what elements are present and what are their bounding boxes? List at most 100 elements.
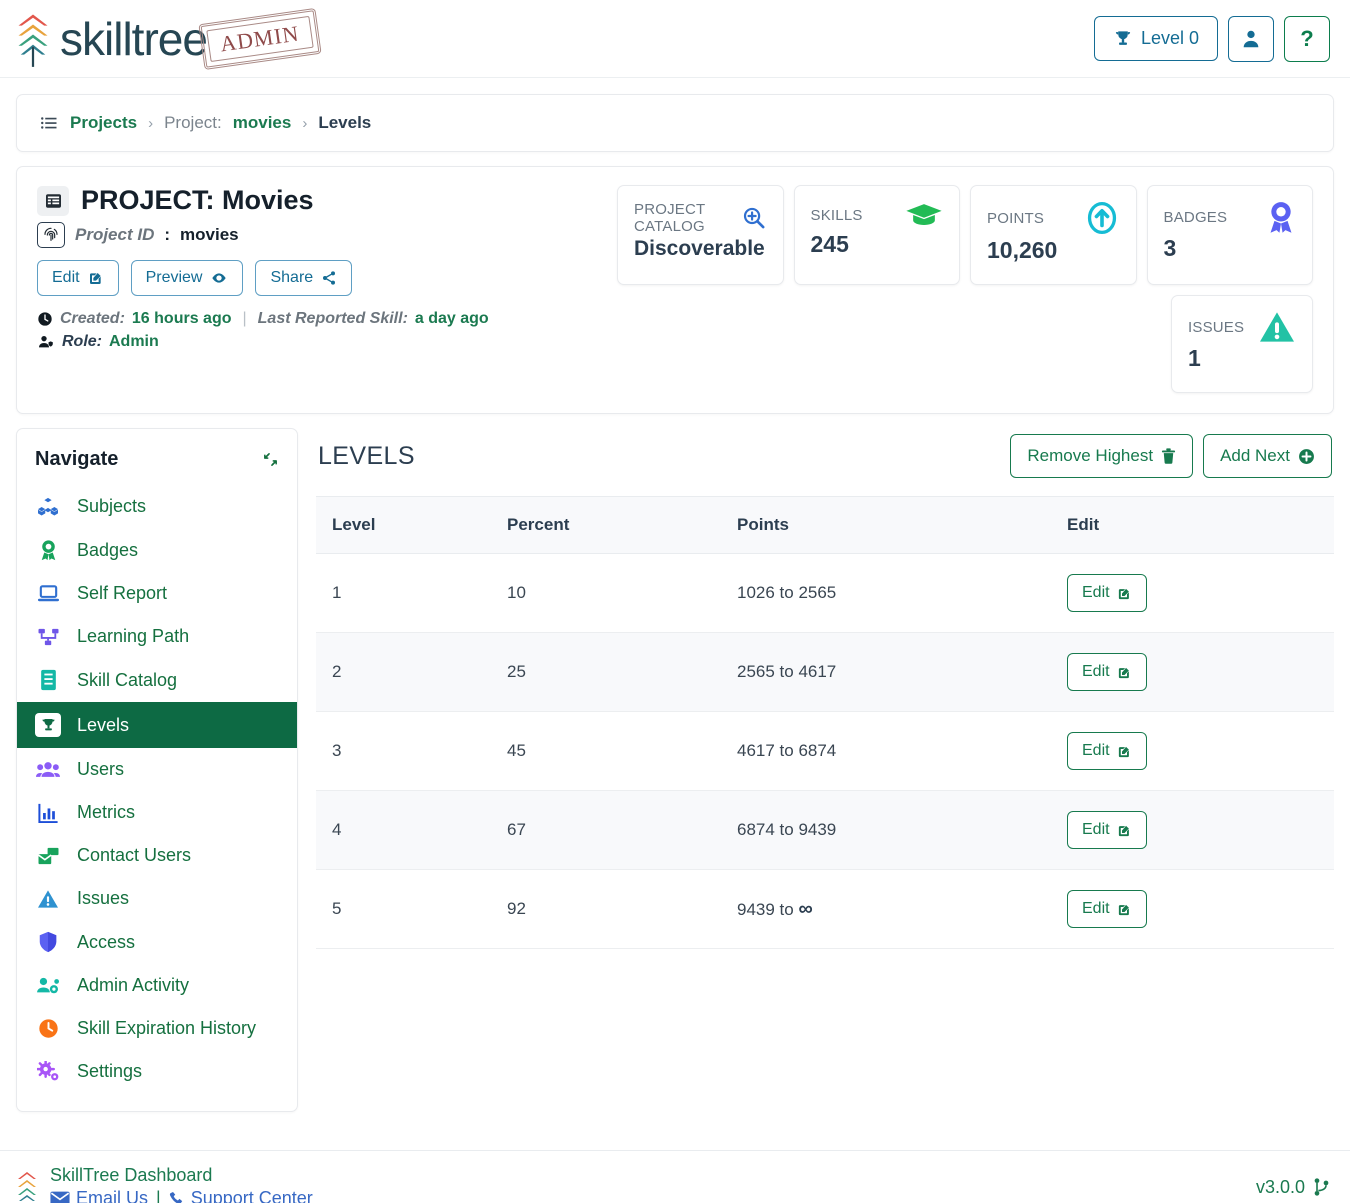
column-header-percent[interactable]: Percent [491, 496, 721, 554]
level-button[interactable]: Level 0 [1093, 16, 1218, 61]
sidebar-item-settings[interactable]: Settings [17, 1050, 297, 1093]
chart-bar-icon [35, 803, 61, 823]
sidebar-item-metrics[interactable]: Metrics [17, 791, 297, 834]
users-icon [35, 760, 61, 779]
breadcrumb-project-link[interactable]: movies [233, 113, 292, 133]
project-diagram-icon [35, 627, 61, 647]
project-title-row: PROJECT: Movies [37, 185, 597, 216]
stats-row-primary: PROJECT CATALOG Discoverable SKILLS 245 … [617, 185, 1313, 285]
levels-title: LEVELS [318, 441, 415, 470]
sidebar-item-levels[interactable]: Levels [17, 702, 297, 748]
help-button[interactable]: ? [1284, 15, 1330, 62]
last-reported-value: a day ago [414, 310, 489, 327]
sidebar-item-skill-catalog[interactable]: Skill Catalog [17, 658, 297, 702]
sidebar-item-self-report[interactable]: Self Report [17, 572, 297, 615]
navigate-panel: Navigate Subjects Badges Self Report Lea… [16, 428, 298, 1112]
user-icon [1243, 30, 1259, 47]
support-center-link[interactable]: Support Center [169, 1188, 313, 1203]
cell-points: 1026 to 2565 [721, 553, 1051, 633]
sidebar-item-label: Metrics [77, 802, 135, 822]
sidebar-item-issues[interactable]: Issues [17, 877, 297, 920]
eye-icon [212, 273, 227, 283]
envelope-icon [50, 1191, 70, 1203]
sidebar-item-contact-users[interactable]: Contact Users [17, 834, 297, 877]
help-button-label: ? [1300, 25, 1314, 51]
edit-project-label: Edit [52, 269, 80, 286]
sidebar-item-label: Settings [77, 1061, 143, 1081]
sidebar-item-access[interactable]: Access [17, 920, 297, 964]
stat-value-badges: 3 [1163, 235, 1177, 261]
breadcrumb-projects-link[interactable]: Projects [70, 113, 137, 133]
table-row: 3 45 4617 to 6874 Edit [316, 711, 1334, 791]
edit-level-button[interactable]: Edit [1067, 811, 1147, 849]
warning-triangle-icon [35, 889, 61, 909]
cell-points-text: 4617 to 6874 [737, 741, 837, 760]
search-plus-icon [744, 207, 765, 229]
share-icon [323, 271, 336, 285]
sidebar-item-subjects[interactable]: Subjects [17, 485, 297, 528]
remove-highest-label: Remove Highest [1027, 446, 1154, 465]
table-row: 5 92 9439 to ∞ Edit [316, 869, 1334, 949]
table-row: 2 25 2565 to 4617 Edit [316, 632, 1334, 712]
sidebar-item-skill-expiration-history[interactable]: Skill Expiration History [17, 1007, 297, 1050]
top-bar-actions: Level 0 ? [1093, 15, 1330, 62]
brand-logo-area[interactable]: skilltree ADMIN [10, 7, 322, 70]
edit-level-button[interactable]: Edit [1067, 732, 1147, 770]
footer-title: SkillTree Dashboard [50, 1165, 213, 1185]
graduation-cap-icon [906, 204, 942, 226]
preview-project-button[interactable]: Preview [130, 260, 244, 296]
meta-divider: | [242, 310, 247, 327]
sidebar-item-admin-activity[interactable]: Admin Activity [17, 964, 297, 1007]
table-row: 4 67 6874 to 9439 Edit [316, 790, 1334, 870]
sidebar-item-users[interactable]: Users [17, 748, 297, 791]
user-shield-icon [39, 336, 53, 348]
add-next-button[interactable]: Add Next [1203, 434, 1332, 478]
project-summary-card: PROJECT: Movies Project ID : movies Edit… [16, 166, 1334, 414]
share-project-label: Share [270, 269, 314, 286]
project-stats: PROJECT CATALOG Discoverable SKILLS 245 … [617, 185, 1313, 393]
skilltree-logo-icon [18, 1172, 36, 1201]
table-row: 1 10 1026 to 2565 Edit [316, 553, 1334, 633]
award-icon [1270, 202, 1292, 233]
cell-level: 3 [316, 711, 491, 791]
column-header-edit: Edit [1051, 496, 1334, 554]
project-meta-created: Created: 16 hours ago | Last Reported Sk… [37, 310, 597, 328]
sidebar-item-learning-path[interactable]: Learning Path [17, 615, 297, 658]
users-cog-icon [35, 976, 61, 996]
stat-card-points[interactable]: POINTS 10,260 [970, 185, 1137, 285]
remove-highest-button[interactable]: Remove Highest [1010, 434, 1194, 478]
cubes-icon [35, 497, 61, 517]
edit-level-button[interactable]: Edit [1067, 574, 1147, 612]
sidebar-item-badges[interactable]: Badges [17, 528, 297, 572]
trophy-icon [1115, 31, 1131, 45]
project-id-label: Project ID [75, 225, 155, 244]
edit-project-button[interactable]: Edit [37, 260, 119, 296]
plus-circle-icon [1299, 448, 1314, 464]
infinity-icon: ∞ [798, 897, 813, 920]
stat-card-issues[interactable]: ISSUES 1 [1171, 295, 1313, 393]
stat-value-issues: 1 [1188, 345, 1201, 371]
cell-percent: 45 [491, 711, 721, 791]
cell-percent: 10 [491, 553, 721, 633]
share-project-button[interactable]: Share [255, 260, 353, 296]
email-us-link[interactable]: Email Us [50, 1188, 148, 1203]
stat-label-points: POINTS [987, 209, 1045, 227]
stat-card-badges[interactable]: BADGES 3 [1146, 185, 1313, 285]
project-meta-role: Role: Admin [37, 333, 597, 351]
user-menu-button[interactable] [1228, 15, 1274, 62]
stat-card-project-catalog[interactable]: PROJECT CATALOG Discoverable [617, 185, 784, 285]
footer-divider: | [156, 1188, 161, 1203]
levels-header: LEVELS Remove Highest Add Next [316, 428, 1334, 496]
levels-table-body: 1 10 1026 to 2565 Edit 2 25 2565 to 4617… [316, 553, 1334, 949]
stat-card-skills[interactable]: SKILLS 245 [793, 185, 960, 285]
edit-level-button[interactable]: Edit [1067, 653, 1147, 691]
cell-edit: Edit [1051, 790, 1334, 870]
compress-arrows-icon[interactable] [262, 451, 279, 468]
edit-level-button[interactable]: Edit [1067, 890, 1147, 928]
role-label: Role: [62, 333, 102, 350]
arrow-up-circle-icon [1087, 201, 1116, 235]
stat-value-project-catalog: Discoverable [634, 237, 765, 260]
column-header-level[interactable]: Level [316, 496, 491, 554]
column-header-points[interactable]: Points [721, 496, 1051, 554]
project-id-value: movies [180, 225, 239, 244]
